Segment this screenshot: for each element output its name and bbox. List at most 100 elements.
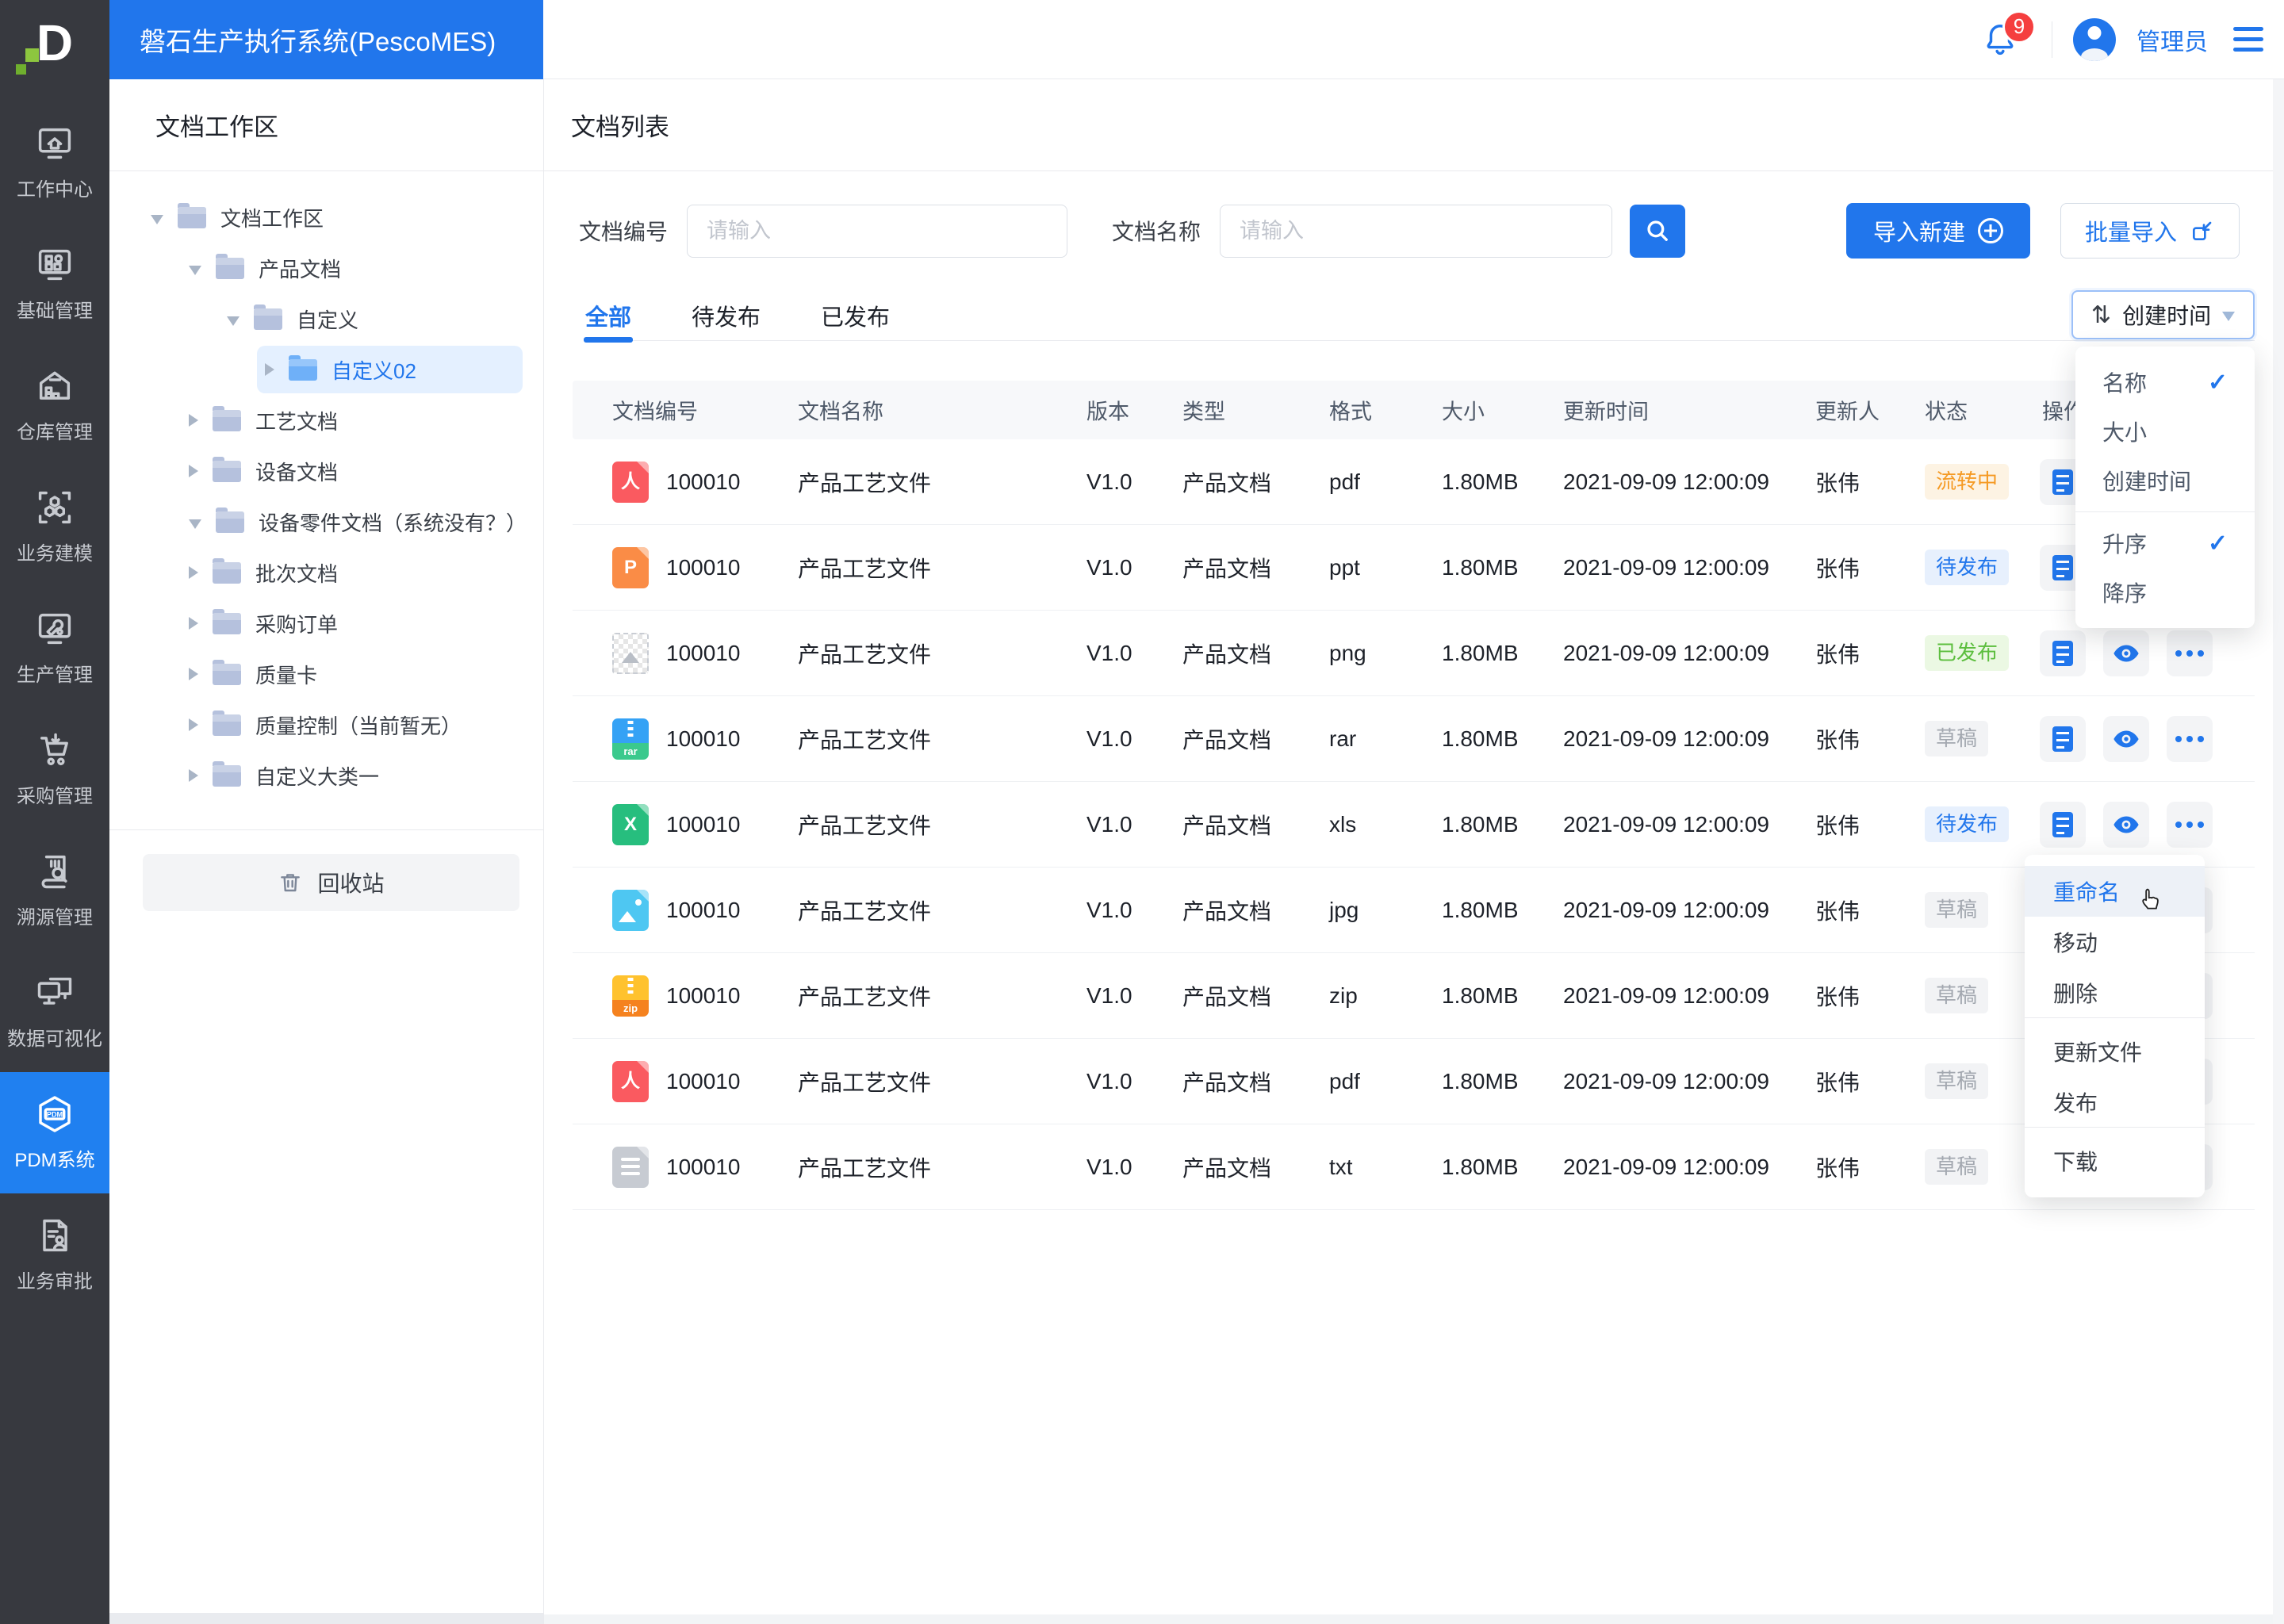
more-actions-button[interactable] (2167, 630, 2213, 676)
nav-rail-item[interactable]: 仓库管理 (0, 344, 109, 465)
more-actions-button[interactable] (2167, 715, 2213, 762)
vertical-scrollbar[interactable] (2273, 79, 2284, 1624)
folder-tree-item[interactable]: 工艺文档 (109, 395, 543, 446)
batch-import-button[interactable]: 批量导入 (2060, 203, 2240, 259)
tree-expand-arrow-icon[interactable] (189, 668, 198, 680)
sort-order-option[interactable]: 降序 (2075, 568, 2255, 617)
nav-rail-item[interactable]: 业务建模 (0, 465, 109, 587)
detail-button[interactable] (2040, 715, 2086, 762)
context-menu-item[interactable]: 移动 (2025, 917, 2205, 967)
folder-tree-item[interactable]: 设备零件文档（系统没有？） (109, 496, 543, 547)
folder-tree-item[interactable]: 自定义大类一 (109, 750, 543, 801)
nav-module-icon (34, 1215, 75, 1256)
sort-field-option[interactable]: 大小 (2075, 407, 2255, 456)
detail-button[interactable] (2040, 801, 2086, 848)
tree-expand-arrow-icon[interactable] (189, 414, 198, 427)
nav-rail-item[interactable]: 工作中心 (0, 102, 109, 223)
preview-button[interactable] (2103, 801, 2149, 848)
status-tabs: 全部 待发布 已发布 (583, 290, 2255, 343)
document-icon (2052, 554, 2073, 580)
tree-expand-arrow-icon[interactable] (227, 316, 240, 326)
recycle-bin-button[interactable]: 回收站 (143, 854, 519, 911)
table-row[interactable]: 人 100010 产品工艺文件 V1.0 产品文档 pdf 1.80MB 202… (573, 1039, 2255, 1124)
table-row[interactable]: 人 100010 产品工艺文件 V1.0 产品文档 pdf 1.80MB 202… (573, 439, 2255, 525)
type-cell: 产品文档 (1182, 813, 1272, 838)
doc-name-cell: 产品工艺文件 (798, 813, 932, 838)
user-name[interactable]: 管理员 (2136, 22, 2208, 57)
status-tab[interactable]: 待发布 (692, 290, 761, 340)
nav-rail-item[interactable]: PDM系统 (0, 1072, 109, 1193)
version-cell: V1.0 (1086, 897, 1132, 922)
notifications-button[interactable]: 9 (1982, 10, 2036, 58)
updater-cell: 张伟 (1815, 1155, 1861, 1181)
context-menu-item[interactable]: 更新文件 (2025, 1026, 2205, 1077)
detail-button[interactable] (2040, 630, 2086, 676)
table-row[interactable]: zip 100010 产品工艺文件 V1.0 产品文档 zip 1.80MB 2… (573, 953, 2255, 1039)
context-menu-item[interactable]: 下载 (2025, 1136, 2205, 1186)
folder-tree-item[interactable]: 自定义02 (109, 344, 543, 395)
nav-rail-item[interactable]: 数据可视化 (0, 951, 109, 1072)
folder-icon (213, 608, 241, 634)
nav-rail-item[interactable]: 溯源管理 (0, 829, 109, 951)
search-button[interactable] (1630, 204, 1686, 258)
size-cell: 1.80MB (1442, 726, 1519, 751)
tree-expand-arrow-icon[interactable] (265, 363, 274, 376)
import-new-button[interactable]: 导入新建 (1845, 203, 2030, 259)
sidebar-divider (109, 829, 543, 830)
format-cell: pdf (1329, 469, 1360, 494)
tree-expand-arrow-icon[interactable] (189, 617, 198, 630)
tree-expand-arrow-icon[interactable] (189, 266, 201, 275)
status-tab[interactable]: 已发布 (821, 290, 890, 340)
doc-name-input[interactable] (1220, 204, 1613, 258)
table-header-cell: 状态 (1925, 400, 1968, 424)
context-menu-item[interactable]: 删除 (2025, 967, 2205, 1018)
folder-tree-item[interactable]: 设备文档 (109, 446, 543, 496)
tree-expand-arrow-icon[interactable] (189, 566, 198, 579)
sidebar-scrollbar[interactable] (109, 1613, 543, 1624)
table-row[interactable]: 100010 产品工艺文件 V1.0 产品文档 png 1.80MB 2021-… (573, 611, 2255, 696)
status-tab[interactable]: 全部 (583, 290, 634, 343)
table-row[interactable]: 100010 产品工艺文件 V1.0 产品文档 jpg 1.80MB 2021-… (573, 868, 2255, 953)
doc-no-input[interactable] (687, 204, 1068, 258)
file-type-icon: rar (612, 718, 649, 760)
nav-rail-item[interactable]: 基础管理 (0, 223, 109, 344)
sort-field-option[interactable]: 创建时间 (2075, 456, 2255, 505)
folder-tree-item[interactable]: 质量卡 (109, 649, 543, 699)
nav-rail-item-label: 基础管理 (17, 301, 93, 322)
folder-tree-item[interactable]: 文档工作区 (109, 192, 543, 243)
table-row[interactable]: 100010 产品工艺文件 V1.0 产品文档 txt 1.80MB 2021-… (573, 1124, 2255, 1210)
folder-icon (289, 354, 317, 381)
table-row[interactable]: rar 100010 产品工艺文件 V1.0 产品文档 rar 1.80MB 2… (573, 696, 2255, 782)
version-cell: V1.0 (1086, 469, 1132, 494)
updated-time-cell: 2021-09-09 12:00:09 (1563, 811, 1769, 837)
preview-button[interactable] (2103, 715, 2149, 762)
folder-label: 工艺文档 (255, 409, 339, 434)
preview-button[interactable] (2103, 630, 2149, 676)
menu-toggle-icon[interactable] (2233, 27, 2263, 52)
sidebar-title: 文档工作区 (109, 79, 543, 171)
folder-tree-item[interactable]: 采购订单 (109, 598, 543, 649)
tree-expand-arrow-icon[interactable] (189, 519, 201, 529)
tree-expand-arrow-icon[interactable] (189, 769, 198, 782)
tree-expand-arrow-icon[interactable] (151, 215, 163, 224)
nav-rail-item[interactable]: 业务审批 (0, 1193, 109, 1315)
more-actions-button[interactable] (2167, 801, 2213, 848)
context-menu-item[interactable]: 发布 (2025, 1077, 2205, 1128)
folder-tree-item[interactable]: 产品文档 (109, 243, 543, 293)
avatar[interactable] (2073, 17, 2116, 61)
sort-order-option[interactable]: 升序 ✓ (2075, 519, 2255, 568)
folder-tree-item[interactable]: 自定义 (109, 293, 543, 344)
tree-expand-arrow-icon[interactable] (189, 718, 198, 731)
horizontal-scrollbar[interactable] (544, 1614, 2273, 1624)
nav-rail-item[interactable]: 采购管理 (0, 708, 109, 829)
table-row[interactable]: P 100010 产品工艺文件 V1.0 产品文档 ppt 1.80MB 202… (573, 525, 2255, 611)
folder-tree-item[interactable]: 质量控制（当前暂无） (109, 699, 543, 750)
sort-select[interactable]: ⇅ 创建时间 (2071, 290, 2255, 339)
table-row[interactable]: X 100010 产品工艺文件 V1.0 产品文档 xls 1.80MB 202… (573, 782, 2255, 868)
context-menu-item[interactable]: 重命名 (2025, 866, 2205, 917)
nav-rail-item[interactable]: 生产管理 (0, 587, 109, 708)
sort-field-option[interactable]: 名称 ✓ (2075, 358, 2255, 407)
tree-expand-arrow-icon[interactable] (189, 465, 198, 477)
table-header-cell: 类型 (1182, 400, 1225, 424)
folder-tree-item[interactable]: 批次文档 (109, 547, 543, 598)
